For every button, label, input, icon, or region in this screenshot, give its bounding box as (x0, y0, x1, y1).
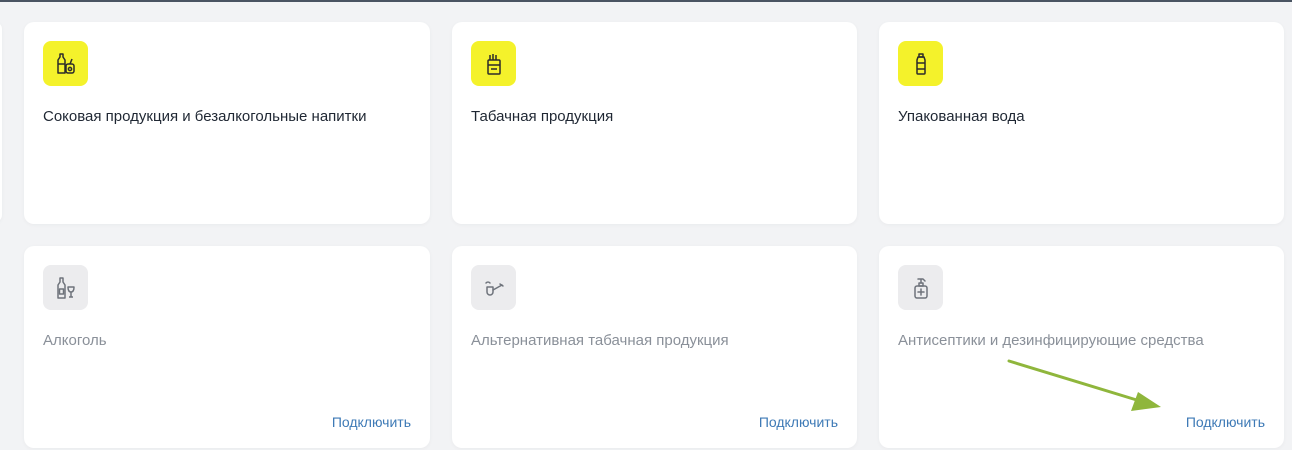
card-title: Алкоголь (43, 332, 107, 349)
category-card-antiseptics[interactable]: Антисептики и дезинфицирующие средства П… (879, 246, 1284, 448)
sanitizer-dispenser-icon (898, 265, 943, 310)
bottle-and-glass-icon (43, 265, 88, 310)
connect-link[interactable]: Подключить (759, 414, 838, 430)
top-divider (0, 0, 1292, 2)
card-title: Антисептики и дезинфицирующие средства (898, 332, 1204, 349)
category-card-alcohol[interactable]: Алкоголь Подключить (24, 246, 430, 448)
category-card-tobacco[interactable]: Табачная продукция (452, 22, 857, 224)
pipe-icon (471, 265, 516, 310)
category-card-alt-tobacco[interactable]: Альтернативная табачная продукция Подклю… (452, 246, 857, 448)
juice-bottles-icon (43, 41, 88, 86)
card-title: Упакованная вода (898, 108, 1025, 125)
category-card-juice[interactable]: Соковая продукция и безалкогольные напит… (24, 22, 430, 224)
card-title: Соковая продукция и безалкогольные напит… (43, 108, 367, 125)
card-title: Табачная продукция (471, 108, 614, 125)
cigarette-pack-icon (471, 41, 516, 86)
water-bottle-icon (898, 41, 943, 86)
connect-link[interactable]: Подключить (332, 414, 411, 430)
card-title: Альтернативная табачная продукция (471, 332, 729, 349)
category-card-water[interactable]: Упакованная вода (879, 22, 1284, 224)
connect-link[interactable]: Подключить (1186, 414, 1265, 430)
partial-card-edge (0, 22, 2, 222)
